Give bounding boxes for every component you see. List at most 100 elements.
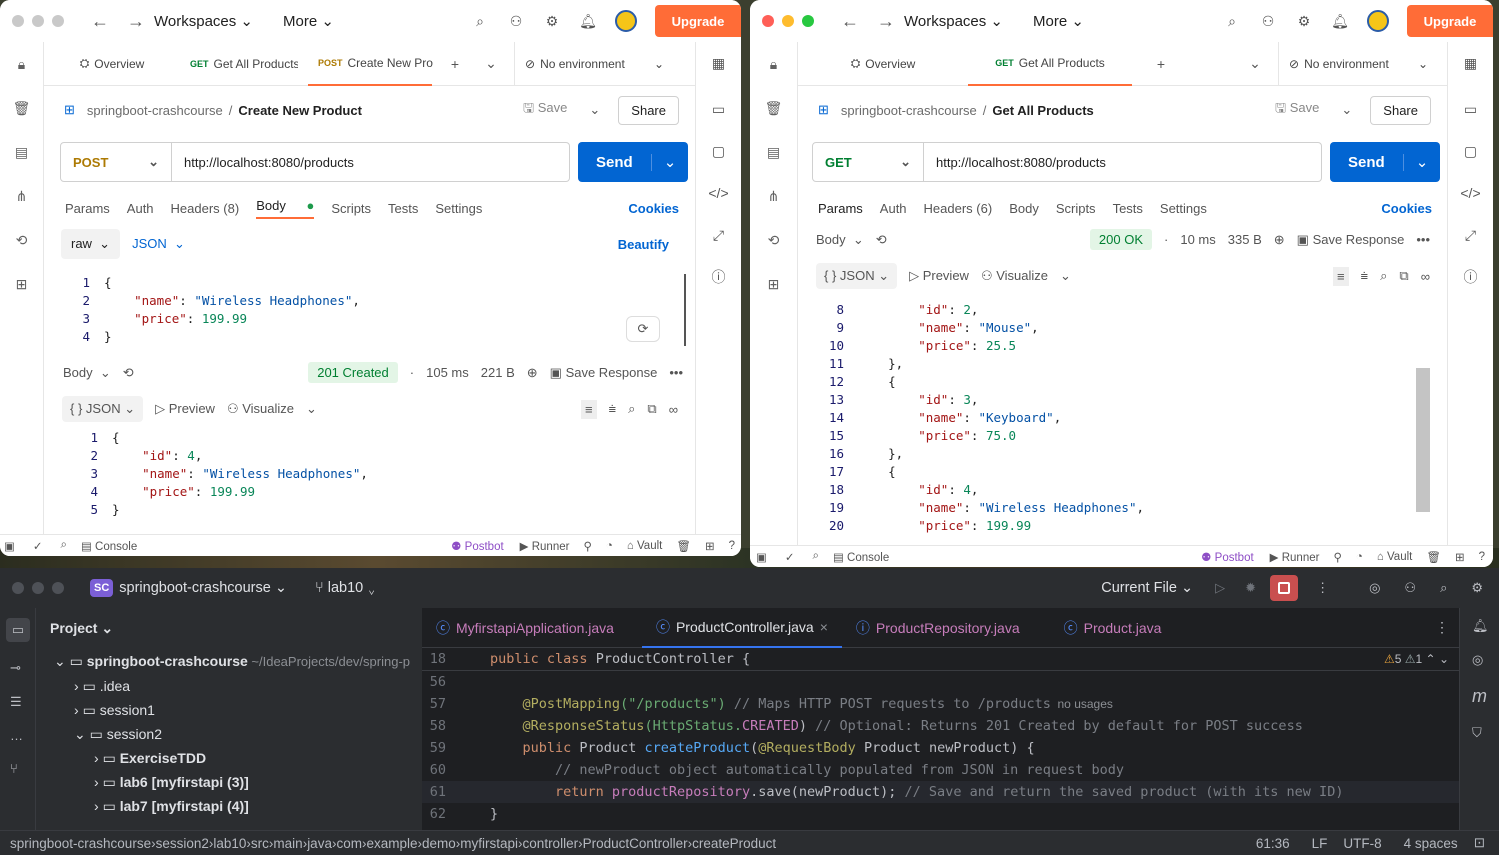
more-options-icon[interactable]: ••• bbox=[669, 365, 683, 380]
related-icon[interactable]: ⤢ bbox=[1462, 226, 1480, 244]
tab-create-new-product[interactable]: POST Create New Pro bbox=[308, 42, 433, 86]
find-icon[interactable]: ⌕ bbox=[61, 539, 67, 552]
chevron-right-icon[interactable]: › bbox=[74, 702, 83, 718]
copy-icon[interactable]: ⧉ bbox=[1399, 268, 1408, 284]
body-language-select[interactable]: JSON ⌄ bbox=[132, 236, 185, 252]
environment-selector[interactable]: ⊘ No environment ⌄ bbox=[514, 41, 674, 86]
notifications-icon[interactable]: 🔔︎ bbox=[1472, 618, 1489, 634]
avatar[interactable] bbox=[1367, 10, 1389, 32]
postbot-button[interactable]: ⚉ Postbot bbox=[1201, 550, 1254, 564]
more-actions-icon[interactable]: ⋮ bbox=[1316, 580, 1329, 596]
sidebar-toggle-icon[interactable]: ▣ bbox=[756, 550, 767, 564]
send-dropdown-icon[interactable]: ⌄ bbox=[652, 153, 689, 171]
method-select[interactable]: GET ⌄ bbox=[812, 142, 924, 182]
help-icon[interactable]: ? bbox=[1479, 551, 1485, 563]
history-icon[interactable]: ⟲ bbox=[123, 365, 134, 381]
tab-params[interactable]: Params bbox=[818, 201, 863, 216]
project-tool-icon[interactable]: ▭ bbox=[6, 618, 30, 642]
body-mode-select[interactable]: raw ⌄ bbox=[61, 229, 121, 259]
breadcrumb-item[interactable]: java bbox=[307, 836, 332, 851]
notification-bell-icon[interactable]: 🔔︎ bbox=[579, 12, 597, 30]
tab-settings[interactable]: Settings bbox=[1160, 201, 1207, 216]
tab-tests[interactable]: Tests bbox=[388, 201, 418, 216]
lock-icon[interactable]: 🔒︎ bbox=[13, 55, 31, 73]
breadcrumb-collection[interactable]: springboot-crashcourse bbox=[841, 103, 977, 118]
breadcrumb-item[interactable]: createProduct bbox=[692, 836, 776, 851]
response-body-select[interactable]: Body ⌄ bbox=[63, 365, 111, 381]
invite-user-icon[interactable]: ⚇ bbox=[1259, 12, 1277, 30]
tab-headers[interactable]: Headers (8) bbox=[171, 201, 240, 216]
chevron-right-icon[interactable]: › bbox=[94, 798, 103, 814]
filter-icon[interactable]: ⩧ bbox=[609, 401, 617, 417]
breadcrumb-item[interactable]: main bbox=[273, 836, 302, 851]
line-separator[interactable]: LF bbox=[1312, 836, 1328, 851]
save-dropdown-icon[interactable]: ⌄ bbox=[589, 102, 600, 118]
layout-icon[interactable]: ⊞ bbox=[1455, 550, 1465, 564]
zoom-window-button[interactable] bbox=[52, 15, 64, 27]
globe-icon[interactable]: ⊕ bbox=[1274, 232, 1285, 248]
invite-user-icon[interactable]: ⚇ bbox=[507, 12, 525, 30]
search-icon[interactable]: ⌕ bbox=[1223, 12, 1241, 30]
workspaces-menu[interactable]: Workspaces ⌄ bbox=[904, 12, 1003, 30]
tab-get-all-products[interactable]: GET Get All Products bbox=[180, 42, 308, 86]
breadcrumb-item[interactable]: com bbox=[336, 836, 362, 851]
link-icon[interactable]: ∞ bbox=[669, 402, 678, 417]
vault-button[interactable]: ⌂ Vault bbox=[1377, 551, 1413, 563]
forward-arrow-icon[interactable]: → bbox=[868, 11, 904, 32]
tree-item[interactable]: › ▭ ExerciseTDD bbox=[36, 746, 422, 770]
cookies-link[interactable]: Cookies bbox=[1381, 201, 1432, 216]
environment-selector[interactable]: ⊘ No environment ⌄ bbox=[1278, 41, 1438, 86]
comments-icon[interactable]: ▢ bbox=[1462, 142, 1480, 160]
console-button[interactable]: ▤ Console bbox=[81, 539, 137, 553]
trash-icon[interactable]: 🗑︎ bbox=[1426, 550, 1441, 564]
lock-icon[interactable]: ⊡ bbox=[1474, 835, 1485, 851]
method-select[interactable]: POST ⌄ bbox=[60, 142, 172, 182]
history-icon[interactable]: ⟲ bbox=[765, 231, 783, 249]
request-title[interactable]: Get All Products bbox=[992, 103, 1093, 118]
file-encoding[interactable]: UTF-8 bbox=[1343, 836, 1381, 851]
link-icon[interactable]: ∞ bbox=[1421, 269, 1430, 284]
chevron-right-icon[interactable]: › bbox=[74, 678, 83, 694]
tab-auth[interactable]: Auth bbox=[127, 201, 154, 216]
settings-gear-icon[interactable]: ⚙ bbox=[543, 12, 561, 30]
connected-icon[interactable]: ✓ bbox=[33, 539, 43, 553]
response-body-select[interactable]: Body ⌄ bbox=[816, 232, 864, 248]
runner-button[interactable]: ▶ Runner bbox=[1270, 550, 1320, 564]
debug-icon[interactable]: ✹ bbox=[1245, 580, 1256, 596]
more-tools-icon[interactable]: … bbox=[10, 728, 25, 743]
response-format-select[interactable]: { } JSON ⌄ bbox=[62, 396, 144, 422]
sidebar-toggle-icon[interactable]: ▣ bbox=[4, 539, 15, 553]
info-icon[interactable]: ⓘ bbox=[710, 268, 728, 286]
trash-icon[interactable]: 🗑︎ bbox=[676, 539, 691, 553]
more-menu[interactable]: More ⌄ bbox=[1033, 12, 1084, 30]
minimize-window-button[interactable] bbox=[32, 15, 44, 27]
copy-icon[interactable]: ⧉ bbox=[647, 401, 656, 417]
git-icon[interactable]: ⑂ bbox=[10, 761, 25, 776]
lock-icon[interactable]: 🔒︎ bbox=[765, 55, 783, 73]
breadcrumb-item[interactable]: lab10 bbox=[213, 836, 246, 851]
minimize-window-button[interactable] bbox=[32, 582, 44, 594]
avatar[interactable] bbox=[615, 10, 637, 32]
notification-bell-icon[interactable]: 🔔︎ bbox=[1331, 12, 1349, 30]
url-input[interactable]: http://localhost:8080/products bbox=[172, 142, 570, 182]
tab-tests[interactable]: Tests bbox=[1113, 201, 1143, 216]
help-icon[interactable]: ? bbox=[729, 540, 735, 552]
tab-body[interactable]: Body ● bbox=[256, 198, 315, 219]
search-icon[interactable]: ⌕ bbox=[1440, 580, 1447, 596]
run-icon[interactable]: ▷ bbox=[1215, 580, 1225, 596]
close-window-button[interactable] bbox=[12, 15, 24, 27]
chevron-down-icon[interactable]: ⌄ bbox=[306, 401, 317, 417]
search-icon[interactable]: ⌕ bbox=[1380, 268, 1387, 284]
stop-button[interactable] bbox=[1270, 575, 1299, 601]
more-options-icon[interactable]: ••• bbox=[1416, 232, 1430, 247]
code-editor[interactable]: 18 public class ProductController { ⚠5 ⚠… bbox=[422, 648, 1459, 830]
chevron-down-icon[interactable]: ⌄ bbox=[54, 653, 70, 669]
save-response-button[interactable]: ▣ Save Response bbox=[1297, 232, 1405, 248]
upgrade-button[interactable]: Upgrade bbox=[655, 5, 741, 37]
save-button[interactable]: 🖫 Save bbox=[1275, 99, 1319, 121]
apps-grid-icon[interactable]: ⊞ bbox=[13, 275, 31, 293]
save-dropdown-icon[interactable]: ⌄ bbox=[1341, 102, 1352, 118]
code-with-me-icon[interactable]: ⚇ bbox=[1404, 580, 1416, 596]
new-tab-plus-icon[interactable]: + bbox=[1152, 55, 1170, 73]
save-button[interactable]: 🖫 Save bbox=[523, 99, 567, 121]
